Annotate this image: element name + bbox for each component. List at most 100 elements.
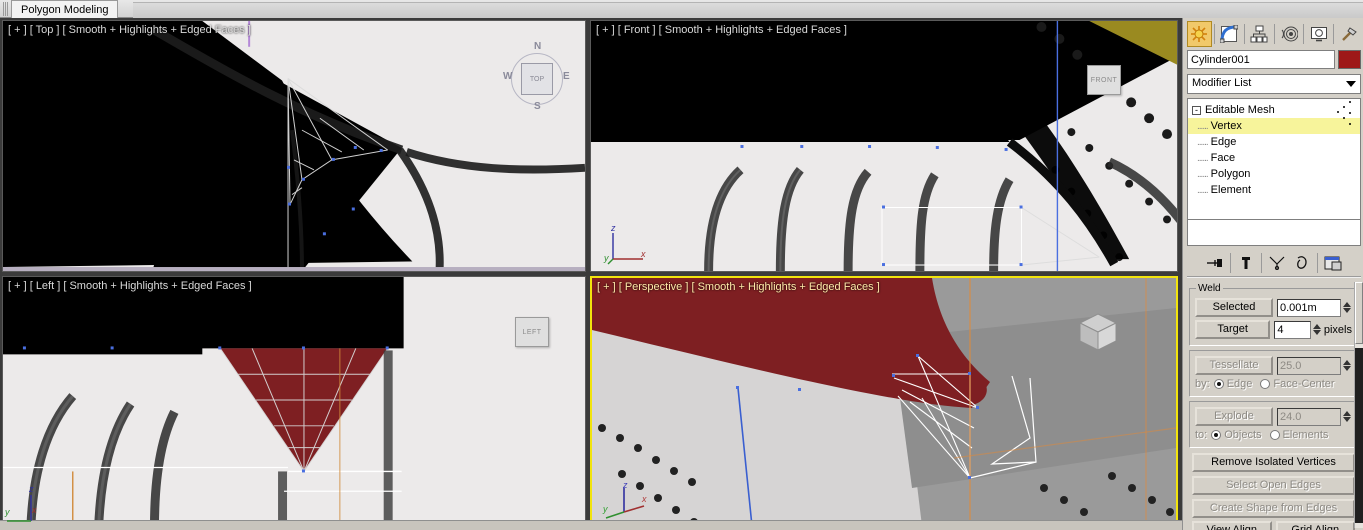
tab-strip-empty-area (133, 2, 1363, 18)
explode-group: Explode 24.0 to: Objects Elements (1189, 401, 1358, 448)
command-panel-scrollbar[interactable] (1354, 282, 1363, 528)
modifier-list-label: Modifier List (1192, 77, 1252, 89)
weld-target-button[interactable]: Target (1195, 320, 1271, 339)
configure-modifier-sets-icon[interactable] (1321, 252, 1345, 274)
axis-label-x: x (641, 249, 646, 259)
weld-group-title: Weld (1196, 283, 1223, 294)
utilities-tab[interactable] (1336, 21, 1361, 47)
scrollbar-thumb[interactable] (1355, 282, 1363, 344)
explode-value[interactable]: 24.0 (1277, 407, 1341, 426)
compass-east-label: E (563, 71, 570, 82)
modifier-list-dropdown[interactable]: Modifier List (1187, 74, 1361, 94)
pin-stack-glyph (1207, 259, 1222, 267)
viewport-left-canvas[interactable] (3, 277, 585, 527)
axis-label-x: x (642, 494, 647, 504)
chevron-down-icon (1346, 81, 1356, 87)
weld-group: Weld Selected 0.001m Target 4 pixels (1189, 283, 1358, 346)
stack-item-editable-mesh[interactable]: - Editable Mesh (1188, 102, 1360, 118)
axis-label-y: y (5, 507, 10, 517)
display-tab[interactable] (1306, 21, 1331, 47)
viewcube-perspective[interactable] (1076, 310, 1120, 359)
motion-tab[interactable] (1276, 21, 1301, 47)
viewport-front[interactable]: [ + ] [ Front ] [ Smooth + Highlights + … (590, 20, 1178, 272)
weld-selected-spinner[interactable] (1341, 299, 1352, 317)
scrollbar-track[interactable] (1355, 348, 1363, 523)
stack-item-face[interactable]: ...... Face (1188, 150, 1360, 166)
stack-item-label: Polygon (1210, 168, 1251, 180)
modifier-stack-spacer (1187, 220, 1361, 246)
weld-target-value[interactable]: 4 (1274, 320, 1312, 339)
tessellate-face-center-label: Face-Center (1273, 378, 1335, 390)
hierarchy-tab[interactable] (1247, 21, 1272, 47)
viewport-left[interactable]: [ + ] [ Left ] [ Smooth + Highlights + E… (2, 276, 586, 528)
remove-isolated-vertices-button[interactable]: Remove Isolated Vertices (1192, 453, 1355, 472)
ribbon-tab-strip: Polygon Modeling (0, 0, 1363, 18)
object-color-swatch[interactable] (1338, 50, 1361, 69)
compass-south-label: S (534, 101, 541, 112)
modifier-stack[interactable]: - Editable Mesh ...... Vertex ...... Edg… (1187, 98, 1361, 220)
explode-spinner[interactable] (1341, 408, 1352, 426)
stack-item-vertex[interactable]: ...... Vertex (1188, 118, 1360, 134)
tessellate-value[interactable]: 25.0 (1277, 356, 1341, 375)
explode-elements-radio[interactable] (1269, 430, 1280, 440)
viewcube-front[interactable]: FRONT (1087, 65, 1121, 95)
pin-stack-icon[interactable] (1203, 252, 1227, 274)
stack-item-element[interactable]: ...... Element (1188, 182, 1360, 198)
viewport-bottom-strip (0, 520, 1182, 530)
weld-selected-button[interactable]: Selected (1195, 298, 1273, 317)
display-icon (1310, 27, 1327, 42)
axis-tripod-front: z x y (604, 223, 651, 265)
viewport-top-canvas[interactable] (3, 21, 585, 271)
explode-objects-label: Objects (1224, 429, 1262, 441)
axis-tripod-left-svg (7, 495, 32, 522)
toolbar-separator (1230, 253, 1231, 273)
tessellate-edge-label: Edge (1226, 378, 1253, 390)
command-panel: Modifier List - Editable Mesh ...... Ver… (1182, 18, 1363, 530)
tree-line-icon: ...... (1197, 168, 1209, 180)
tessellate-edge-radio[interactable] (1213, 379, 1224, 389)
collapse-icon[interactable]: - (1192, 105, 1201, 115)
select-open-edges-button[interactable]: Select Open Edges (1192, 476, 1355, 495)
viewport-front-canvas[interactable] (591, 21, 1177, 271)
tessellate-button[interactable]: Tessellate (1195, 356, 1273, 375)
axis-label-z: z (29, 484, 34, 494)
remove-modifier-glyph (1297, 256, 1307, 269)
viewport-compass[interactable]: TOP N S E W (501, 41, 573, 115)
modify-tab[interactable] (1217, 21, 1242, 47)
show-end-result-icon[interactable] (1234, 252, 1258, 274)
create-shape-from-edges-button[interactable]: Create Shape from Edges (1192, 499, 1355, 518)
viewport-top[interactable]: [ + ] [ Top ] [ Smooth + Highlights + Ed… (2, 20, 586, 272)
toolbar-separator (1273, 24, 1275, 44)
remove-modifier-icon[interactable] (1290, 252, 1314, 274)
view-align-button[interactable]: View Align (1192, 521, 1272, 530)
toolbar-separator (1303, 24, 1305, 44)
command-panel-tabs (1187, 20, 1361, 48)
tessellate-spinner[interactable] (1341, 357, 1352, 375)
weld-target-spinner[interactable] (1311, 321, 1322, 339)
explode-button[interactable]: Explode (1195, 407, 1273, 426)
object-name-field[interactable] (1187, 50, 1335, 69)
tessellate-face-center-radio[interactable] (1260, 379, 1271, 389)
configure-modifier-sets-glyph (1324, 256, 1342, 270)
tessellate-group: Tessellate 25.0 by: Edge Face-Center (1189, 350, 1358, 397)
create-tab[interactable] (1187, 21, 1212, 47)
stack-item-polygon[interactable]: ...... Polygon (1188, 166, 1360, 182)
axis-label-y: y (604, 253, 609, 263)
explode-objects-radio[interactable] (1211, 430, 1222, 440)
viewport-perspective[interactable]: [ + ] [ Perspective ] [ Smooth + Highlig… (590, 276, 1178, 528)
grid-align-button[interactable]: Grid Align (1275, 521, 1355, 530)
weld-selected-value[interactable]: 0.001m (1277, 298, 1341, 317)
stack-item-edge[interactable]: ...... Edge (1188, 134, 1360, 150)
viewcube-left[interactable]: LEFT (515, 317, 549, 347)
compass-face-label[interactable]: TOP (521, 63, 553, 95)
viewcube-perspective-svg[interactable] (1076, 310, 1120, 354)
star-icon (1191, 26, 1208, 42)
toolbar-grip[interactable] (2, 2, 9, 16)
tab-polygon-modeling[interactable]: Polygon Modeling (11, 0, 119, 18)
viewport-top-scene (3, 21, 585, 271)
axis-label-z: z (623, 480, 628, 490)
stack-item-label: Edge (1210, 136, 1237, 148)
make-unique-icon[interactable] (1265, 252, 1289, 274)
max-window: Polygon Modeling [+] [Top] [Smooth … (0, 0, 1363, 530)
toolbar-separator (1261, 253, 1262, 273)
